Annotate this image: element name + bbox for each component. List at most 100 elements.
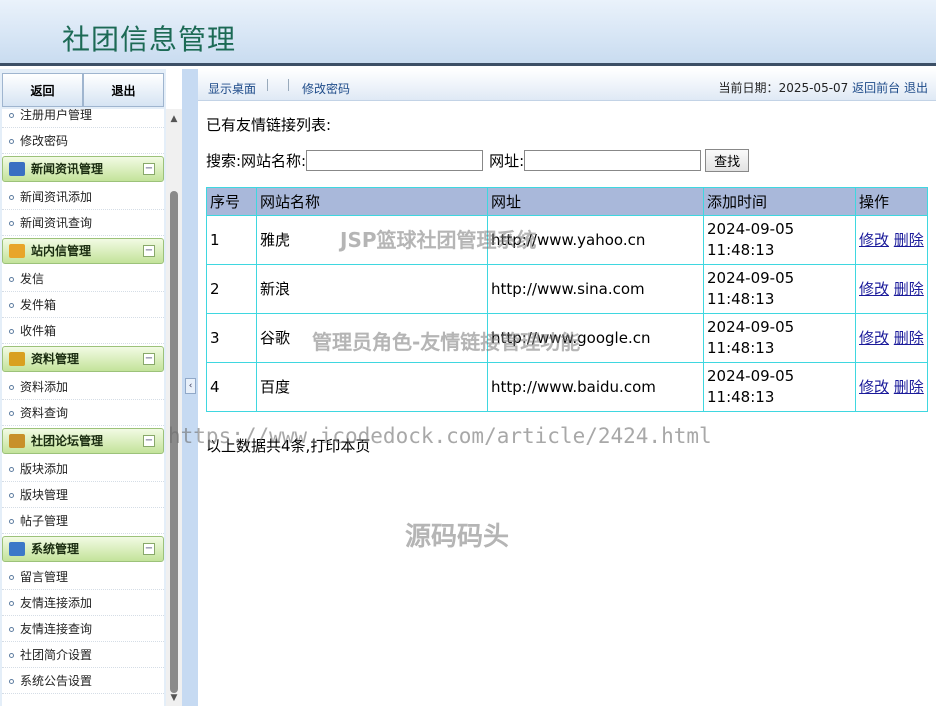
cell-no: 4: [206, 362, 257, 412]
main-content: 显示桌面 修改密码 当前日期：2025-05-07 返回前台 退出 已有友情链接…: [198, 69, 936, 706]
current-date: 2025-05-07: [778, 81, 849, 95]
cell-added-time: 2024-09-05 11:48:13: [703, 264, 856, 314]
sidebar-item[interactable]: 版块添加: [2, 456, 164, 482]
return-frontend-link[interactable]: 返回前台: [852, 81, 900, 95]
cell-no: 3: [206, 313, 257, 363]
bullet-icon: [9, 411, 14, 416]
sidebar-item-label: 新闻资讯查询: [20, 216, 93, 230]
sidebar-item[interactable]: 系统公告设置: [2, 668, 164, 694]
table-row: 4 百度 http://www.baidu.com 2024-09-05 11:48:1…: [206, 362, 928, 412]
cell-date: 2024-09-05: [707, 318, 795, 336]
sidebar-group-2[interactable]: 资料管理 −: [2, 346, 164, 372]
sidebar-item[interactable]: 留言管理: [2, 564, 164, 590]
sidebar-item-label: 留言管理: [20, 570, 69, 584]
sidebar-item[interactable]: 发件箱: [2, 292, 164, 318]
sidebar-scrollbar[interactable]: ▲ ▼: [166, 109, 182, 706]
sidebar-item[interactable]: 友情连接查询: [2, 616, 164, 642]
record-count: 以上数据共4条,: [206, 437, 311, 455]
scroll-down-icon[interactable]: ▼: [166, 690, 182, 706]
sidebar-group-1[interactable]: 站内信管理 −: [2, 238, 164, 264]
toolbar-right: 当前日期：2025-05-07 返回前台 退出: [719, 79, 928, 96]
show-desktop-link[interactable]: 显示桌面: [208, 80, 256, 97]
app-header: 社团信息管理: [0, 0, 936, 66]
delete-link[interactable]: 删除: [894, 231, 924, 249]
sidebar-item-label: 友情连接查询: [20, 622, 93, 636]
col-header-action: 操作: [855, 187, 928, 216]
change-password-link[interactable]: 修改密码: [302, 80, 350, 97]
sidebar-item-label: 修改密码: [20, 134, 69, 148]
collapse-toggle-icon[interactable]: −: [143, 543, 155, 555]
sidebar-item[interactable]: 版块管理: [2, 482, 164, 508]
col-header-no: 序号: [206, 187, 257, 216]
scrollbar-thumb[interactable]: [170, 191, 178, 693]
bullet-icon: [9, 627, 14, 632]
bullet-icon: [9, 653, 14, 658]
collapse-toggle-icon[interactable]: −: [143, 353, 155, 365]
sidebar-item[interactable]: 发信: [2, 266, 164, 292]
sidebar-item-user-manage[interactable]: 注册用户管理: [2, 109, 164, 128]
sidebar-item[interactable]: 新闻资讯查询: [2, 210, 164, 236]
search-button[interactable]: 查找: [705, 149, 750, 172]
cell-added-time: 2024-09-05 11:48:13: [703, 215, 856, 265]
url-input[interactable]: [524, 150, 702, 171]
bullet-icon: [9, 385, 14, 390]
collapse-toggle-icon[interactable]: −: [143, 435, 155, 447]
bullet-icon: [9, 139, 14, 144]
scroll-up-icon[interactable]: ▲: [166, 111, 182, 127]
sidebar-item[interactable]: 帖子管理: [2, 508, 164, 534]
sidebar-group-title: 资料管理: [31, 352, 80, 366]
site-name-input[interactable]: [306, 150, 484, 171]
sidebar-menu-scroll: 注册用户管理 修改密码 新闻资讯管理 − 新闻资讯添加新闻资讯查询站内信管理 − 发信发…: [2, 109, 164, 694]
sidebar-top-buttons: 返回 退出: [2, 73, 164, 107]
cell-actions: 修改 删除: [855, 362, 928, 412]
top-toolbar: 显示桌面 修改密码 当前日期：2025-05-07 返回前台 退出: [198, 69, 936, 101]
sidebar-item-label: 版块添加: [20, 462, 69, 476]
cell-date: 2024-09-05: [707, 367, 795, 385]
edit-link[interactable]: 修改: [859, 231, 889, 249]
sidebar-item[interactable]: 新闻资讯添加: [2, 184, 164, 210]
delete-link[interactable]: 删除: [894, 280, 924, 298]
cell-actions: 修改 删除: [855, 264, 928, 314]
bullet-icon: [9, 221, 14, 226]
cell-no: 1: [206, 215, 257, 265]
sidebar-item-label: 资料查询: [20, 406, 69, 420]
cell-added-time: 2024-09-05 11:48:13: [703, 362, 856, 412]
cell-url: http://www.google.cn: [487, 313, 704, 363]
edit-link[interactable]: 修改: [859, 280, 889, 298]
exit-button[interactable]: 退出: [83, 73, 164, 107]
edit-link[interactable]: 修改: [859, 329, 889, 347]
cell-url: http://www.yahoo.cn: [487, 215, 704, 265]
sidebar-group-title: 新闻资讯管理: [31, 162, 104, 176]
sidebar-group-4[interactable]: 系统管理 −: [2, 536, 164, 562]
sidebar-item[interactable]: 收件箱: [2, 318, 164, 344]
table-header-row: 序号 网站名称 网址 添加时间 操作: [206, 187, 928, 216]
collapse-toggle-icon[interactable]: −: [143, 163, 155, 175]
sidebar-item-change-password[interactable]: 修改密码: [2, 128, 164, 154]
sidebar-group-0[interactable]: 新闻资讯管理 −: [2, 156, 164, 182]
sidebar-item-label: 帖子管理: [20, 514, 69, 528]
delete-link[interactable]: 删除: [894, 378, 924, 396]
print-page-link[interactable]: 打印本页: [310, 437, 370, 455]
collapse-sidebar-icon[interactable]: ‹: [185, 378, 196, 394]
delete-link[interactable]: 删除: [894, 329, 924, 347]
logout-link[interactable]: 退出: [904, 81, 928, 95]
sidebar-item[interactable]: 友情连接添加: [2, 590, 164, 616]
edit-link[interactable]: 修改: [859, 378, 889, 396]
sidebar-item[interactable]: 社团简介设置: [2, 642, 164, 668]
cell-no: 2: [206, 264, 257, 314]
collapse-toggle-icon[interactable]: −: [143, 245, 155, 257]
users-icon: [9, 434, 25, 448]
table-row: 2 新浪 http://www.sina.com 2024-09-05 11:48:13…: [206, 264, 928, 314]
sidebar-item[interactable]: 资料添加: [2, 374, 164, 400]
sidebar-item-label: 注册用户管理: [20, 109, 93, 122]
bullet-icon: [9, 601, 14, 606]
sidebar-group-title: 站内信管理: [31, 244, 92, 258]
cell-date: 2024-09-05: [707, 220, 795, 238]
links-table: 序号 网站名称 网址 添加时间 操作 1 雅虎 http://www.yahoo.c…: [206, 187, 928, 412]
sidebar-item[interactable]: 资料查询: [2, 400, 164, 426]
back-button[interactable]: 返回: [2, 73, 83, 107]
sidebar-group-3[interactable]: 社团论坛管理 −: [2, 428, 164, 454]
bullet-icon: [9, 277, 14, 282]
cell-actions: 修改 删除: [855, 313, 928, 363]
sidebar-item-label: 社团简介设置: [20, 648, 93, 662]
